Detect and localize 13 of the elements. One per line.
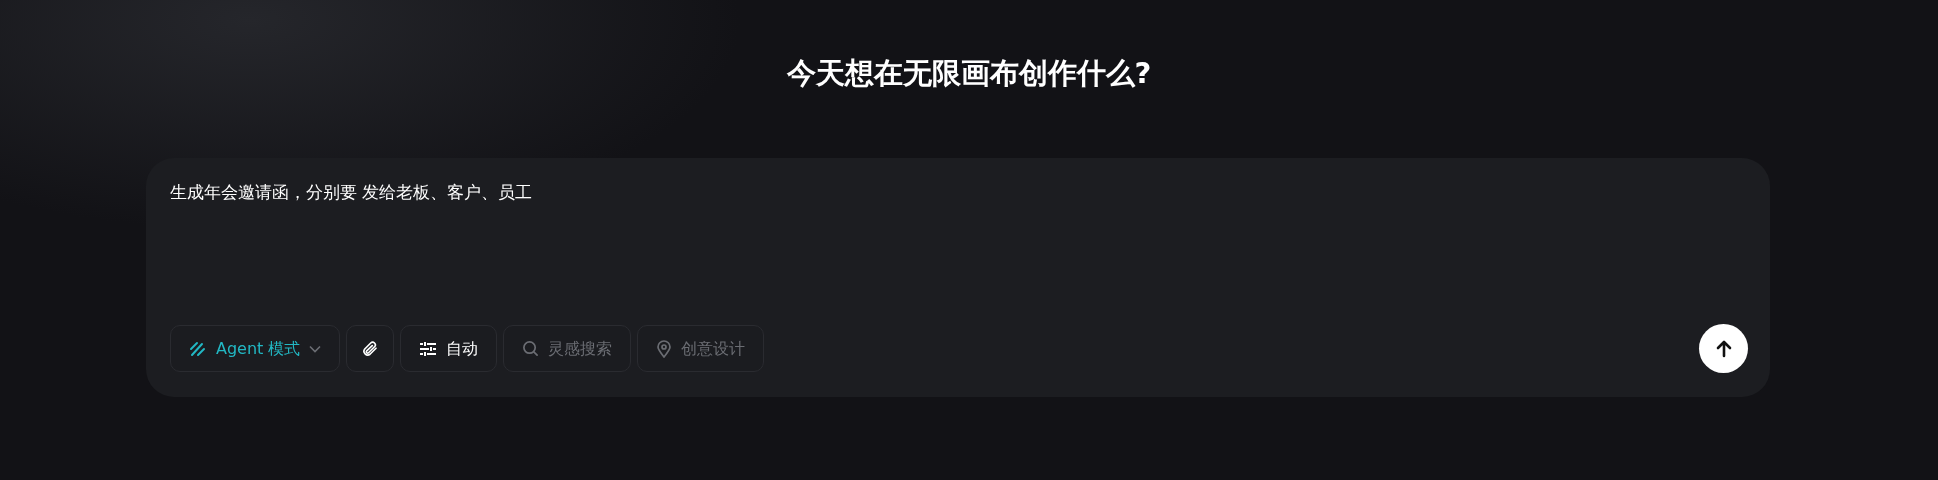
tool-button[interactable]: 自动 [400, 325, 498, 372]
sliders-icon [419, 340, 438, 357]
heading: 今天想在无限画布创作什么? [785, 55, 1153, 92]
pin-icon [656, 339, 673, 358]
input-field[interactable]: 生成年会邀请函，分别要 发给老板、客户、员工 [170, 180, 1748, 324]
agent-icon [189, 339, 207, 358]
search-icon [522, 340, 540, 357]
attach-button[interactable] [346, 325, 395, 372]
caret-icon [309, 344, 322, 353]
mode-dropdown[interactable]: Agent 模式 [170, 325, 341, 372]
prompt-box[interactable]: 生成年会邀请函，分别要 发给老板、客户、员工 Agent 模式 自动 灵感搜索 创意设计 [146, 158, 1770, 397]
paperclip-icon [361, 339, 380, 358]
send-button[interactable] [1699, 324, 1748, 373]
